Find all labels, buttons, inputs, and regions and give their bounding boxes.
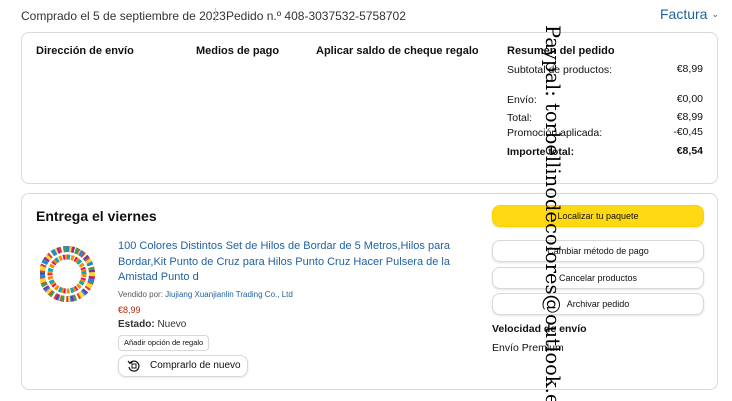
condition-label: Estado:: [118, 319, 155, 330]
delivery-title: Entrega el viernes: [36, 208, 157, 224]
summary-value: -€0,45: [673, 126, 703, 138]
gift-balance-heading: Aplicar saldo de cheque regalo: [316, 45, 479, 57]
payment-methods-heading: Medios de pago: [196, 45, 280, 57]
summary-value: €8,99: [676, 63, 703, 75]
seller-link[interactable]: Jiujiang Xuanjianlin Trading Co., Ltd: [165, 290, 293, 299]
order-header-bar: Comprado el 5 de septiembre de 2023 Pedi…: [0, 0, 732, 30]
overlay-email-text: Paypal: torbellinodecolores@outlook.es: [541, 25, 564, 401]
invoice-link[interactable]: Factura ⌄: [660, 6, 719, 22]
summary-value: €8,99: [676, 111, 703, 123]
header-divider: [215, 8, 216, 22]
buy-again-label: Comprarlo de nuevo: [150, 360, 241, 371]
seller-line: Vendido por: Jiujiang Xuanjianlin Tradin…: [118, 290, 293, 299]
buy-again-button[interactable]: Comprarlo de nuevo: [118, 355, 248, 377]
buy-again-icon: [127, 360, 140, 372]
chevron-down-icon: ⌄: [711, 9, 720, 19]
product-thumbnail[interactable]: [39, 238, 100, 310]
invoice-label: Factura: [660, 6, 708, 22]
product-title-link[interactable]: 100 Colores Distintos Set de Hilos de Bo…: [118, 239, 458, 286]
handwritten-overlay-text: Paypal: torbellinodecolores@outlook.es: [536, 25, 616, 401]
order-number: Pedido n.º 408-3037532-5758702: [226, 9, 406, 23]
condition-value: Nuevo: [157, 319, 187, 330]
order-date: Comprado el 5 de septiembre de 2023: [21, 9, 226, 23]
product-price: €8,99: [118, 305, 141, 315]
add-gift-option-button[interactable]: Añadir opción de regalo: [118, 335, 210, 351]
shipping-address-heading: Dirección de envío: [36, 45, 134, 57]
summary-value: €8,54: [676, 145, 703, 157]
summary-value: €0,00: [676, 93, 703, 105]
product-condition: Estado: Nuevo: [118, 319, 186, 330]
sold-by-label: Vendido por:: [118, 290, 163, 299]
thread-set-image: [39, 246, 95, 302]
